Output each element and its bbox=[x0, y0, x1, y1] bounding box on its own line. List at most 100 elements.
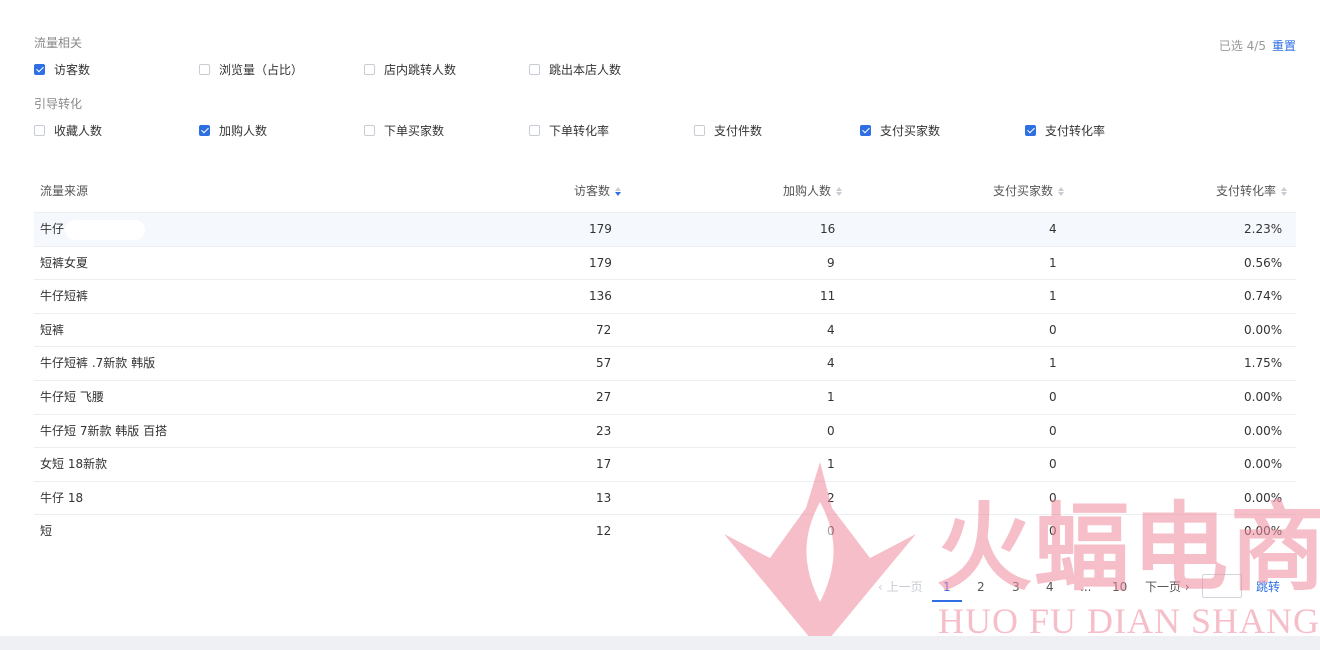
cell-source-text: 牛仔 18 bbox=[40, 490, 84, 505]
column-header-paid-conversion[interactable]: 支付转化率 bbox=[1216, 170, 1288, 212]
checkbox-box[interactable] bbox=[199, 63, 210, 75]
cell-paid-buyers: 1 bbox=[1049, 356, 1057, 371]
sort-down-icon bbox=[1058, 191, 1065, 196]
column-header-paid-buyers[interactable]: 支付买家数 bbox=[993, 170, 1065, 212]
page-button-1[interactable]: 1 bbox=[932, 574, 962, 602]
cell-paid-buyers: 1 bbox=[1049, 255, 1057, 270]
checkbox-order-buyers[interactable]: 下单买家数 bbox=[364, 121, 444, 139]
checkbox-label: 下单买家数 bbox=[384, 123, 445, 138]
checkbox-paid-items[interactable]: 支付件数 bbox=[694, 121, 762, 139]
cell-source: 短 bbox=[40, 515, 52, 548]
page-button-3[interactable]: 3 bbox=[1012, 574, 1020, 600]
sort-down-icon bbox=[1281, 191, 1288, 196]
checkbox-add-to-cart[interactable]: 加购人数 bbox=[199, 121, 267, 139]
cell-source: 女短 18新款 bbox=[40, 448, 107, 481]
cell-source: 短裤女夏 bbox=[40, 247, 88, 280]
cell-add-to-cart: 4 bbox=[827, 356, 835, 371]
sort-down-icon bbox=[836, 191, 843, 196]
checkbox-box[interactable] bbox=[860, 124, 871, 136]
cell-source-text: 短裤 bbox=[40, 322, 65, 337]
table-row[interactable]: 牛仔 18 13 2 0 0.00% bbox=[34, 482, 1296, 516]
checkbox-box[interactable] bbox=[34, 124, 45, 136]
checkbox-box[interactable] bbox=[199, 124, 210, 136]
column-header-add-to-cart[interactable]: 加购人数 bbox=[783, 170, 843, 212]
traffic-source-table: 流量来源 访客数 加购人数 支付买家数 支付转化率 牛仔 179 16 4 2.… bbox=[34, 170, 1296, 549]
table-row[interactable]: 短裤 72 4 0 0.00% bbox=[34, 314, 1296, 348]
sort-up-icon bbox=[1058, 186, 1065, 191]
page-jump-button[interactable]: 跳转 bbox=[1256, 574, 1280, 600]
checkbox-box[interactable] bbox=[364, 124, 375, 136]
table-row[interactable]: 牛仔短 7新款 韩版 百搭 23 0 0 0.00% bbox=[34, 415, 1296, 449]
table-row[interactable]: 短 12 0 0 0.00% bbox=[34, 515, 1296, 549]
filter-group-conversion-title: 引导转化 bbox=[34, 97, 83, 111]
cell-source-text: 牛仔 bbox=[40, 222, 65, 236]
checkbox-paid-buyers[interactable]: 支付买家数 bbox=[860, 121, 940, 139]
column-header-source: 流量来源 bbox=[40, 184, 89, 198]
cell-visitors: 17 bbox=[596, 457, 612, 472]
page-jump-input[interactable] bbox=[1202, 574, 1242, 598]
sort-icon[interactable] bbox=[1058, 186, 1065, 196]
checkbox-visitors[interactable]: 访客数 bbox=[34, 60, 90, 78]
cell-source-text: 短裤女夏 bbox=[40, 255, 89, 270]
cell-paid-buyers: 0 bbox=[1049, 423, 1057, 438]
checkbox-box[interactable] bbox=[694, 124, 705, 136]
cell-paid-conversion: 0.00% bbox=[1244, 524, 1283, 539]
checkbox-label: 访客数 bbox=[54, 62, 91, 77]
reset-button[interactable]: 重置 bbox=[1272, 37, 1296, 54]
sort-icon[interactable] bbox=[615, 186, 622, 196]
cell-paid-conversion: 0.00% bbox=[1244, 322, 1283, 337]
cell-source-text: 牛仔短 飞腰 bbox=[40, 389, 104, 404]
cell-visitors: 57 bbox=[596, 356, 612, 371]
sort-icon[interactable] bbox=[836, 186, 843, 196]
cell-paid-buyers: 0 bbox=[1049, 322, 1057, 337]
checkbox-box[interactable] bbox=[364, 63, 375, 75]
next-page-button[interactable]: 下一页 › bbox=[1145, 574, 1190, 600]
cell-visitors: 72 bbox=[596, 322, 612, 337]
cell-source: 牛仔 18 bbox=[40, 482, 83, 515]
checkbox-label: 跳出本店人数 bbox=[549, 62, 622, 77]
cell-add-to-cart: 11 bbox=[820, 289, 836, 304]
table-row[interactable]: 牛仔短 飞腰 27 1 0 0.00% bbox=[34, 381, 1296, 415]
checkbox-box[interactable] bbox=[1025, 124, 1036, 136]
checkbox-box[interactable] bbox=[34, 63, 45, 75]
bottom-strip bbox=[0, 636, 1320, 650]
cell-source: 牛仔 bbox=[40, 213, 146, 246]
sort-up-icon bbox=[615, 186, 622, 191]
column-header-visitors[interactable]: 访客数 bbox=[574, 170, 622, 212]
page-button-2[interactable]: 2 bbox=[977, 574, 985, 600]
checkbox-order-conversion[interactable]: 下单转化率 bbox=[529, 121, 609, 139]
cell-source: 牛仔短 7新款 韩版 百搭 bbox=[40, 415, 167, 448]
cell-source-text: 牛仔短 7新款 韩版 百搭 bbox=[40, 423, 168, 438]
checkbox-favorites[interactable]: 收藏人数 bbox=[34, 121, 102, 139]
checkbox-box[interactable] bbox=[529, 63, 540, 75]
column-header-label: 支付转化率 bbox=[1216, 184, 1277, 198]
checkbox-in-store-jumps[interactable]: 店内跳转人数 bbox=[364, 60, 456, 78]
cell-visitors: 136 bbox=[589, 289, 612, 304]
page-button-4[interactable]: 4 bbox=[1046, 574, 1054, 600]
cell-add-to-cart: 16 bbox=[820, 222, 836, 236]
cell-visitors: 179 bbox=[589, 222, 612, 236]
checkbox-box[interactable] bbox=[529, 124, 540, 136]
table-row[interactable]: 牛仔短裤 .7新款 韩版 57 4 1 1.75% bbox=[34, 347, 1296, 381]
cell-visitors: 13 bbox=[596, 490, 612, 505]
cell-source: 牛仔短裤 bbox=[40, 280, 88, 313]
filter-group-traffic-title: 流量相关 bbox=[34, 36, 83, 50]
next-page-label: 下一页 bbox=[1145, 580, 1182, 594]
cell-paid-buyers: 0 bbox=[1049, 524, 1057, 539]
checkbox-paid-conversion[interactable]: 支付转化率 bbox=[1025, 121, 1105, 139]
prev-page-button[interactable]: ‹ 上一页 bbox=[878, 574, 923, 600]
table-row[interactable]: 牛仔 179 16 4 2.23% bbox=[34, 213, 1296, 247]
table-row[interactable]: 短裤女夏 179 9 1 0.56% bbox=[34, 247, 1296, 281]
checkbox-pageviews[interactable]: 浏览量（占比） bbox=[199, 60, 303, 78]
cell-add-to-cart: 1 bbox=[827, 457, 835, 472]
checkbox-bounce-out[interactable]: 跳出本店人数 bbox=[529, 60, 621, 78]
table-row[interactable]: 女短 18新款 17 1 0 0.00% bbox=[34, 448, 1296, 482]
cell-add-to-cart: 0 bbox=[827, 524, 835, 539]
cell-add-to-cart: 0 bbox=[827, 423, 835, 438]
redaction-mask bbox=[65, 219, 146, 240]
cell-source: 牛仔短裤 .7新款 韩版 bbox=[40, 347, 155, 380]
table-row[interactable]: 牛仔短裤 136 11 1 0.74% bbox=[34, 280, 1296, 314]
sort-icon[interactable] bbox=[1281, 186, 1288, 196]
cell-paid-conversion: 0.00% bbox=[1244, 423, 1283, 438]
page-button-10[interactable]: 10 bbox=[1112, 574, 1127, 600]
